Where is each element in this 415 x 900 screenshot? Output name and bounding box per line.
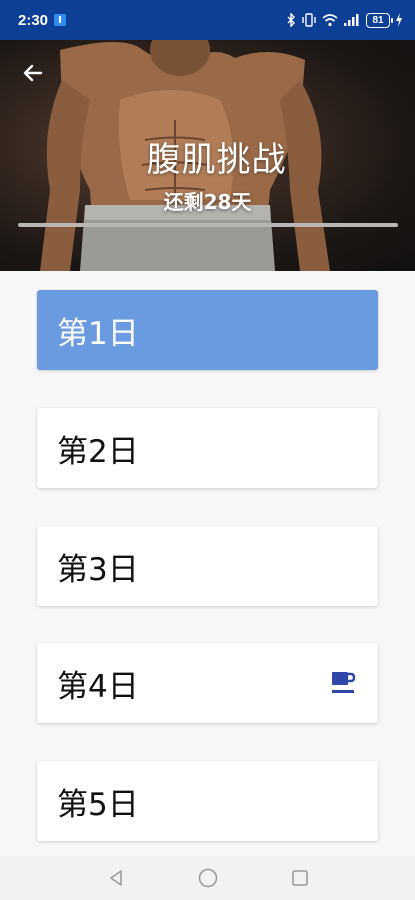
bluetooth-icon — [286, 13, 296, 27]
nav-home-button[interactable] — [196, 866, 220, 890]
back-button[interactable] — [18, 58, 48, 88]
day-label: 第4日 — [57, 668, 139, 705]
day-card-5[interactable]: 第5日 — [37, 761, 378, 841]
status-bar: 2:30 81 — [0, 0, 415, 40]
day-card-3[interactable]: 第3日 — [37, 526, 378, 606]
days-remaining: 还剩28天 — [163, 190, 252, 214]
day-label: 第5日 — [57, 786, 139, 823]
challenge-header: 腹肌挑战 还剩28天 — [0, 40, 415, 271]
day-card-4[interactable]: 第4日 — [37, 643, 378, 723]
system-navigation-bar — [0, 856, 415, 900]
arrow-left-icon — [23, 64, 43, 82]
vibrate-icon — [301, 13, 317, 27]
day-label: 第1日 — [57, 315, 139, 352]
battery-indicator: 81 — [366, 12, 393, 28]
day-card-1[interactable]: 第1日 — [37, 290, 378, 370]
status-left: 2:30 — [18, 11, 67, 29]
day-label: 第2日 — [57, 433, 139, 470]
charging-bolt-icon — [395, 13, 403, 27]
home-circle-icon — [198, 868, 217, 888]
challenge-progress-bar — [18, 223, 398, 227]
notification-app-icon — [54, 14, 67, 26]
day-card-2[interactable]: 第2日 — [37, 408, 378, 488]
coffee-cup-icon — [328, 668, 358, 698]
status-right: 81 — [286, 12, 403, 28]
wifi-icon — [322, 13, 338, 27]
nav-back-button[interactable] — [104, 866, 128, 890]
back-triangle-icon — [109, 870, 122, 886]
cellular-signal-icon — [343, 13, 361, 27]
status-time: 2:30 — [18, 11, 49, 29]
recents-square-icon — [291, 870, 308, 886]
nav-recents-button[interactable] — [288, 866, 312, 890]
challenge-title: 腹肌挑战 — [146, 140, 287, 180]
day-label: 第3日 — [57, 551, 139, 588]
